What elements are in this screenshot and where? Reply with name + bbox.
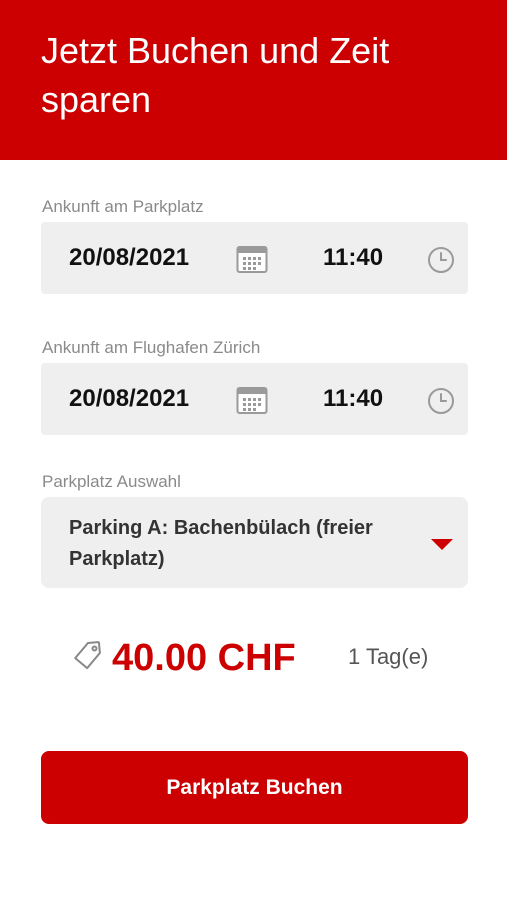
clock-icon[interactable] bbox=[427, 387, 455, 415]
book-parking-button[interactable]: Parkplatz Buchen bbox=[41, 751, 468, 824]
arrival-parking-label: Ankunft am Parkplatz bbox=[42, 197, 204, 216]
chevron-down-icon[interactable] bbox=[431, 539, 453, 550]
header-bar: Jetzt Buchen und Zeit sparen bbox=[0, 0, 507, 160]
arrival-parking-date[interactable]: 20/08/2021 bbox=[69, 222, 189, 294]
price-duration: 1 Tag(e) bbox=[348, 644, 429, 669]
arrival-airport-label: Ankunft am Flughafen Zürich bbox=[42, 338, 261, 357]
clock-icon[interactable] bbox=[427, 246, 455, 274]
parking-select[interactable]: Parking A: Bachenbülach (freier Parkplat… bbox=[41, 497, 468, 588]
arrival-airport-time[interactable]: 11:40 bbox=[323, 363, 383, 435]
parking-select-value: Parking A: Bachenbülach (freier Parkplat… bbox=[69, 517, 373, 570]
arrival-parking-field: 20/08/2021 11:40 bbox=[41, 222, 468, 294]
price-tag-icon bbox=[74, 641, 101, 670]
arrival-airport-field: 20/08/2021 11:40 bbox=[41, 363, 468, 435]
calendar-icon[interactable] bbox=[236, 244, 268, 274]
parking-select-label: Parkplatz Auswahl bbox=[42, 472, 181, 491]
arrival-parking-time[interactable]: 11:40 bbox=[323, 222, 383, 294]
arrival-airport-date[interactable]: 20/08/2021 bbox=[69, 363, 189, 435]
page-title: Jetzt Buchen und Zeit sparen bbox=[41, 30, 390, 120]
calendar-icon[interactable] bbox=[236, 385, 268, 415]
price-amount: 40.00 CHF bbox=[112, 637, 296, 679]
price-row: 40.00 CHF 1 Tag(e) bbox=[0, 630, 507, 686]
